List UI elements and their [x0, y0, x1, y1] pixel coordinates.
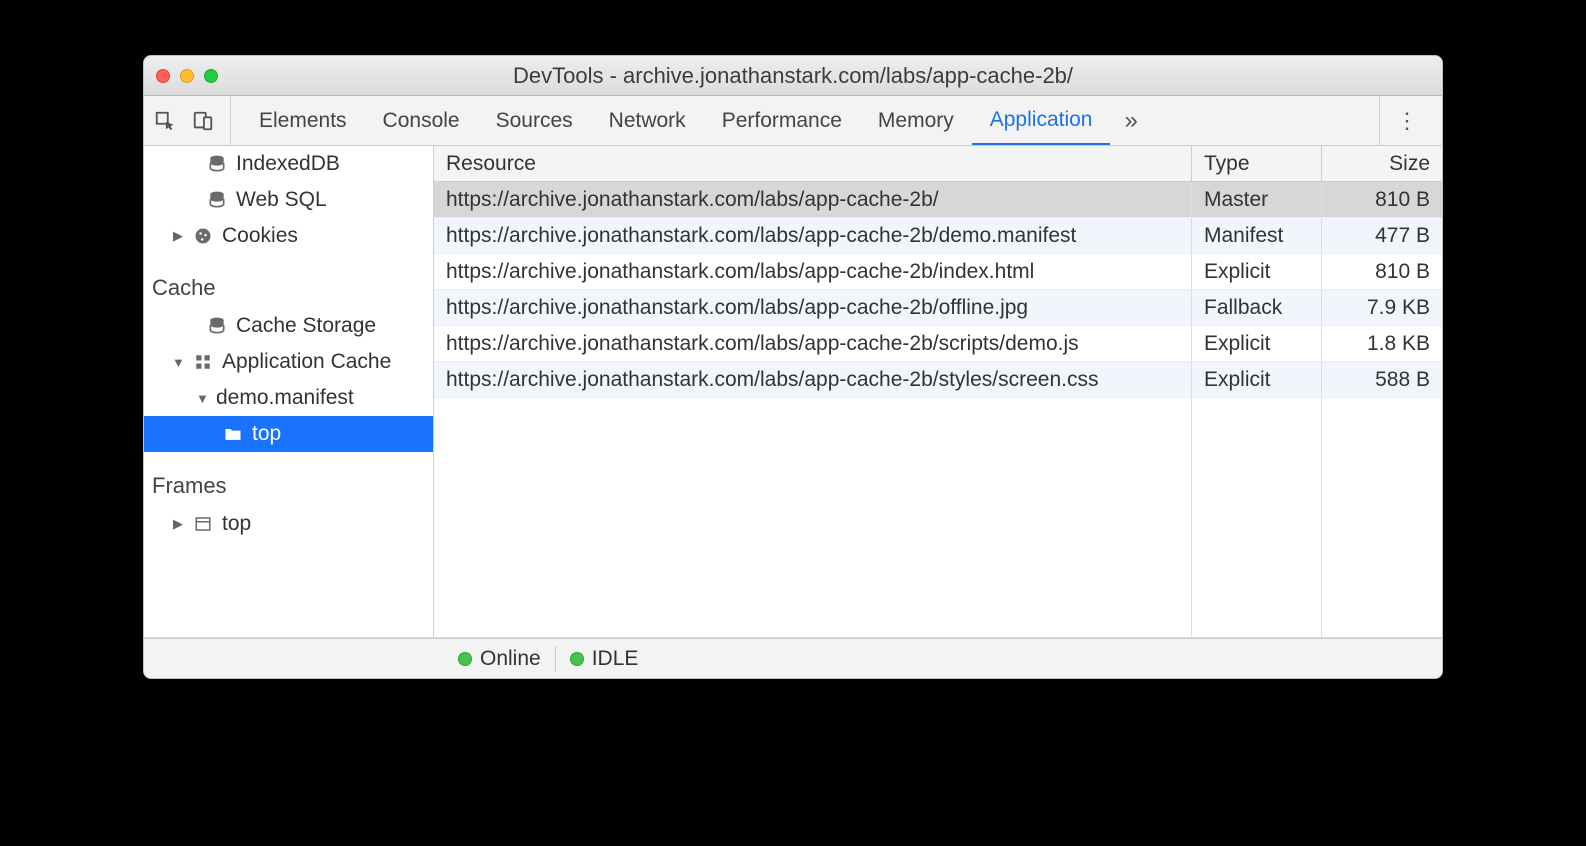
triangle-down-icon: ▼ — [196, 391, 208, 406]
status-state: IDLE — [556, 646, 653, 672]
close-window-button[interactable] — [156, 69, 170, 83]
column-header-type[interactable]: Type — [1192, 146, 1322, 181]
panel-tabs: Elements Console Sources Network Perform… — [241, 96, 1379, 145]
cell-resource: https://archive.jonathanstark.com/labs/a… — [434, 182, 1192, 217]
table-row[interactable]: https://archive.jonathanstark.com/labs/a… — [434, 290, 1442, 326]
devtools-toolbar: Elements Console Sources Network Perform… — [144, 96, 1442, 146]
cell-resource: https://archive.jonathanstark.com/labs/a… — [434, 362, 1192, 397]
cell-resource: https://archive.jonathanstark.com/labs/a… — [434, 290, 1192, 325]
column-header-resource[interactable]: Resource — [434, 146, 1192, 181]
window-icon — [192, 513, 214, 535]
sidebar-item-frames-top[interactable]: ▶ top — [144, 506, 433, 542]
cell-size: 810 B — [1322, 254, 1442, 289]
sidebar-item-cache-storage[interactable]: Cache Storage — [144, 308, 433, 344]
triangle-right-icon: ▶ — [172, 516, 184, 532]
sidebar-label: Cookies — [222, 224, 298, 248]
grid-icon — [192, 351, 214, 373]
appcache-main: Resource Type Size https://archive.jonat… — [434, 146, 1442, 637]
sidebar-label: top — [222, 512, 251, 536]
triangle-right-icon: ▶ — [172, 228, 184, 244]
panel-body: IndexedDB Web SQL ▶ Cookies Cache — [144, 146, 1442, 638]
table-row[interactable]: https://archive.jonathanstark.com/labs/a… — [434, 182, 1442, 218]
sidebar-item-manifest[interactable]: ▼ demo.manifest — [144, 380, 433, 416]
sidebar-label: Cache Storage — [236, 314, 376, 338]
green-dot-icon — [570, 652, 584, 666]
tab-network[interactable]: Network — [591, 96, 704, 145]
cell-resource: https://archive.jonathanstark.com/labs/a… — [434, 218, 1192, 253]
database-icon — [206, 153, 228, 175]
cell-size: 1.8 KB — [1322, 326, 1442, 361]
table-row[interactable]: https://archive.jonathanstark.com/labs/a… — [434, 218, 1442, 254]
status-online-label: Online — [480, 647, 541, 671]
tab-elements[interactable]: Elements — [241, 96, 365, 145]
sidebar-item-application-cache[interactable]: ▼ Application Cache — [144, 344, 433, 380]
database-icon — [206, 189, 228, 211]
sidebar-label: IndexedDB — [236, 152, 340, 176]
triangle-down-icon: ▼ — [172, 355, 184, 370]
application-sidebar: IndexedDB Web SQL ▶ Cookies Cache — [144, 146, 434, 637]
cell-type: Explicit — [1192, 254, 1322, 289]
cell-type: Explicit — [1192, 326, 1322, 361]
tabs-overflow-icon[interactable]: » — [1110, 96, 1151, 145]
sidebar-group-cache: Cache — [144, 268, 433, 308]
table-row[interactable]: https://archive.jonathanstark.com/labs/a… — [434, 362, 1442, 398]
sidebar-item-websql[interactable]: Web SQL — [144, 182, 433, 218]
zoom-window-button[interactable] — [204, 69, 218, 83]
minimize-window-button[interactable] — [180, 69, 194, 83]
kebab-menu-icon[interactable]: ⋮ — [1396, 108, 1416, 134]
sidebar-label: Web SQL — [236, 188, 327, 212]
status-state-label: IDLE — [592, 647, 639, 671]
table-row[interactable]: https://archive.jonathanstark.com/labs/a… — [434, 326, 1442, 362]
cell-type: Explicit — [1192, 362, 1322, 397]
folder-icon — [222, 423, 244, 445]
cell-size: 477 B — [1322, 218, 1442, 253]
sidebar-label: demo.manifest — [216, 386, 354, 410]
cell-type: Fallback — [1192, 290, 1322, 325]
green-dot-icon — [458, 652, 472, 666]
device-toolbar-icon[interactable] — [192, 110, 214, 132]
toolbar-left-icons — [154, 96, 231, 145]
sidebar-item-frame-top[interactable]: top — [144, 416, 433, 452]
inspect-element-icon[interactable] — [154, 110, 176, 132]
cookie-icon — [192, 225, 214, 247]
window-title: DevTools - archive.jonathanstark.com/lab… — [144, 63, 1442, 89]
cell-size: 588 B — [1322, 362, 1442, 397]
table-body: https://archive.jonathanstark.com/labs/a… — [434, 182, 1442, 637]
database-icon — [206, 315, 228, 337]
cell-size: 7.9 KB — [1322, 290, 1442, 325]
tab-memory[interactable]: Memory — [860, 96, 972, 145]
sidebar-label: top — [252, 422, 281, 446]
sidebar-label: Application Cache — [222, 350, 391, 374]
cell-size: 810 B — [1322, 182, 1442, 217]
tab-console[interactable]: Console — [365, 96, 478, 145]
table-header: Resource Type Size — [434, 146, 1442, 182]
status-online: Online — [444, 646, 556, 672]
cell-resource: https://archive.jonathanstark.com/labs/a… — [434, 326, 1192, 361]
devtools-window: DevTools - archive.jonathanstark.com/lab… — [143, 55, 1443, 679]
sidebar-item-cookies[interactable]: ▶ Cookies — [144, 218, 433, 254]
toolbar-right: ⋮ — [1379, 96, 1432, 145]
sidebar-group-frames: Frames — [144, 466, 433, 506]
table-row[interactable]: https://archive.jonathanstark.com/labs/a… — [434, 254, 1442, 290]
cell-type: Master — [1192, 182, 1322, 217]
cell-type: Manifest — [1192, 218, 1322, 253]
titlebar: DevTools - archive.jonathanstark.com/lab… — [144, 56, 1442, 96]
tab-application[interactable]: Application — [972, 96, 1111, 145]
status-bar: Online IDLE — [144, 638, 1442, 678]
traffic-lights — [156, 69, 218, 83]
tab-sources[interactable]: Sources — [478, 96, 591, 145]
table-filler — [434, 398, 1442, 637]
sidebar-item-indexeddb[interactable]: IndexedDB — [144, 146, 433, 182]
tab-performance[interactable]: Performance — [704, 96, 860, 145]
cell-resource: https://archive.jonathanstark.com/labs/a… — [434, 254, 1192, 289]
column-header-size[interactable]: Size — [1322, 146, 1442, 181]
